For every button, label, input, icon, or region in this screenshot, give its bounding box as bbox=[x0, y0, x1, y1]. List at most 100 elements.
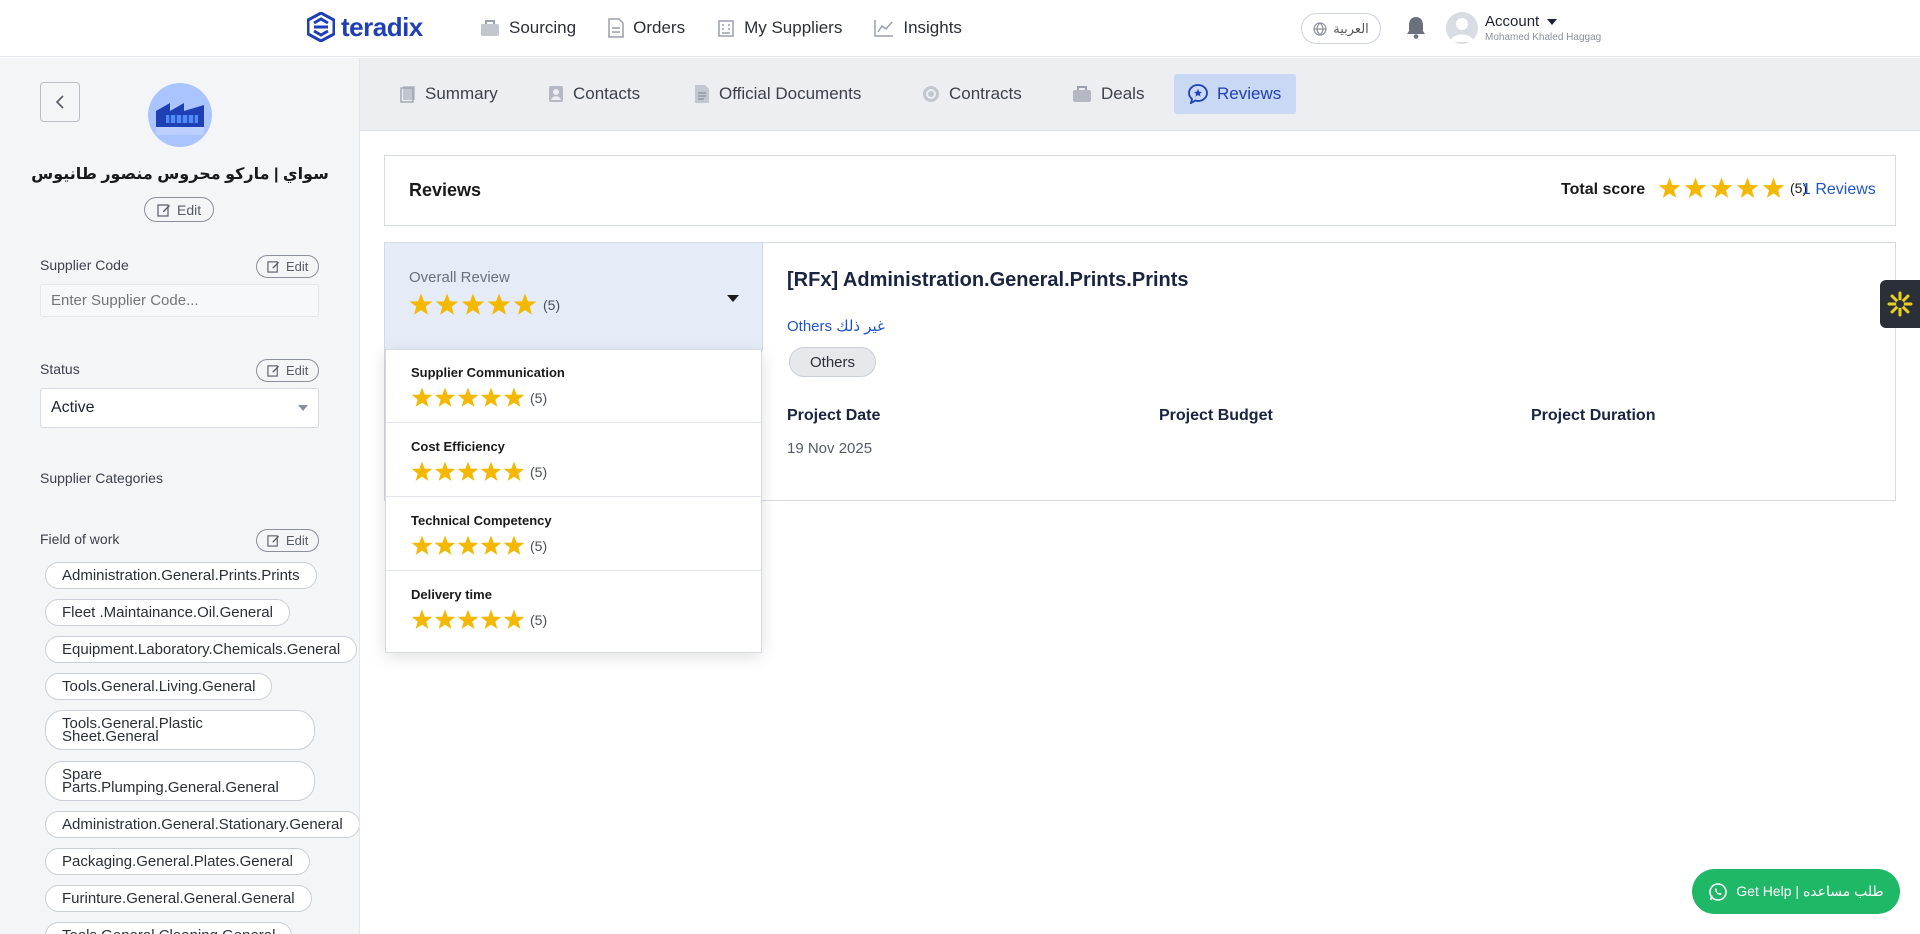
project-date-value: 19 Nov 2025 bbox=[787, 440, 873, 457]
overall-review-label: Overall Review bbox=[409, 269, 510, 286]
suppliers-icon bbox=[718, 20, 734, 37]
star-icon bbox=[503, 387, 525, 407]
whatsapp-icon bbox=[1709, 882, 1728, 901]
nav-insights[interactable]: Insights bbox=[874, 16, 962, 40]
review-rfx-title: [RFx] Administration.General.Prints.Prin… bbox=[787, 269, 1189, 291]
criteria-label: Technical Competency bbox=[411, 513, 552, 528]
tab-reviews[interactable]: Reviews bbox=[1174, 74, 1296, 114]
criteria-label: Supplier Communication bbox=[411, 365, 565, 380]
star-icon bbox=[1762, 177, 1785, 198]
get-help-button[interactable]: Get Help | طلب مساعده bbox=[1692, 869, 1900, 914]
tab-official-documents[interactable]: Official Documents bbox=[680, 74, 875, 114]
criteria-label: Cost Efficiency bbox=[411, 439, 505, 454]
status-label: Status bbox=[40, 361, 80, 377]
tab-label: Summary bbox=[425, 84, 498, 103]
criteria-stars: (5) bbox=[411, 461, 547, 482]
edit-field-of-work-button[interactable]: Edit bbox=[256, 529, 320, 552]
edit-label: Edit bbox=[286, 363, 309, 378]
field-of-work-tag: Packaging.General.Plates.General bbox=[45, 848, 310, 875]
document-icon bbox=[695, 85, 709, 103]
star-icon bbox=[435, 293, 459, 315]
star-icon bbox=[480, 535, 502, 555]
edit-supplier-name-button[interactable]: Edit bbox=[144, 197, 215, 222]
edit-icon bbox=[267, 261, 280, 273]
main-nav: Sourcing Orders My Suppliers Insights bbox=[480, 16, 994, 40]
tab-label: Contacts bbox=[573, 84, 641, 103]
criteria-score: (5) bbox=[530, 389, 548, 406]
edit-label: Edit bbox=[286, 259, 309, 274]
criteria-score: (5) bbox=[530, 611, 548, 628]
overall-review-toggle[interactable]: Overall Review (5) bbox=[385, 243, 763, 351]
star-icon bbox=[411, 387, 433, 407]
field-of-work-label: Field of work bbox=[40, 531, 120, 547]
criteria-item: Delivery time (5) bbox=[386, 572, 761, 645]
contacts-icon bbox=[549, 86, 563, 102]
reviews-icon bbox=[1188, 84, 1208, 104]
brand-name: teradix bbox=[341, 11, 423, 42]
star-icon bbox=[411, 461, 433, 481]
star-icon bbox=[409, 293, 433, 315]
nav-my-suppliers[interactable]: My Suppliers bbox=[717, 16, 842, 40]
account-user-name: Mohamed Khaled Haggag bbox=[1485, 32, 1602, 43]
tab-label: Official Documents bbox=[719, 84, 862, 103]
notifications-bell-icon[interactable] bbox=[1405, 15, 1427, 44]
chevron-left-icon bbox=[55, 95, 64, 109]
teradix-logo-icon bbox=[307, 12, 335, 42]
language-switch-button[interactable]: العربية bbox=[1301, 13, 1381, 44]
star-icon bbox=[487, 293, 511, 315]
reviews-count-link[interactable]: 1 Reviews bbox=[1802, 181, 1876, 199]
criteria-item: Technical Competency (5) bbox=[386, 498, 761, 571]
project-date-label: Project Date bbox=[787, 407, 881, 424]
criteria-stars: (5) bbox=[411, 535, 547, 556]
star-icon bbox=[457, 387, 479, 407]
star-icon bbox=[457, 461, 479, 481]
back-button[interactable] bbox=[40, 82, 80, 122]
star-icon bbox=[503, 535, 525, 555]
insights-icon bbox=[874, 20, 894, 37]
nav-sourcing[interactable]: Sourcing bbox=[480, 16, 576, 40]
supplier-code-input[interactable] bbox=[40, 284, 319, 317]
field-of-work-tag: Tools.General.Plastic Sheet.General bbox=[45, 710, 315, 750]
supplier-tabs: Summary Contacts Official Documents Cont… bbox=[360, 58, 1920, 131]
star-icon bbox=[503, 609, 525, 629]
category-link[interactable]: Others غير ذلك bbox=[787, 317, 885, 335]
orders-icon bbox=[608, 18, 624, 38]
tab-contacts[interactable]: Contacts bbox=[534, 74, 654, 114]
edit-status-button[interactable]: Edit bbox=[256, 359, 320, 382]
supplier-name: سواي | ماركو محروس منصور طانيوس bbox=[31, 166, 329, 183]
get-help-label: Get Help | طلب مساعده bbox=[1736, 883, 1884, 899]
tab-label: Reviews bbox=[1217, 84, 1282, 103]
field-of-work-tag: Administration.General.Stationary.Genera… bbox=[45, 811, 359, 838]
tab-deals[interactable]: Deals bbox=[1058, 74, 1158, 114]
user-avatar[interactable] bbox=[1446, 12, 1478, 44]
nav-orders[interactable]: Orders bbox=[608, 16, 685, 40]
tab-contracts[interactable]: Contracts bbox=[908, 74, 1036, 114]
tab-summary[interactable]: Summary bbox=[386, 74, 512, 114]
field-of-work-tag: Tools.General.Cleaning.General bbox=[45, 922, 293, 934]
star-icon bbox=[503, 461, 525, 481]
field-of-work-tag: Fleet .Maintainance.Oil.General bbox=[45, 599, 290, 626]
edit-supplier-code-button[interactable]: Edit bbox=[256, 255, 320, 278]
star-icon bbox=[461, 293, 485, 315]
criteria-item: Cost Efficiency (5) bbox=[386, 424, 761, 497]
status-select[interactable]: Active bbox=[40, 388, 319, 428]
star-icon bbox=[434, 609, 456, 629]
accessibility-widget-button[interactable] bbox=[1880, 280, 1920, 328]
project-duration-label: Project Duration bbox=[1531, 407, 1656, 424]
field-of-work-tag: Furinture.General.General.General bbox=[45, 885, 312, 912]
contracts-icon bbox=[923, 86, 939, 102]
caret-down-icon bbox=[298, 405, 308, 411]
account-menu[interactable]: Account Mohamed Khaled Haggag bbox=[1485, 13, 1601, 43]
teradix-logo[interactable]: teradix bbox=[307, 10, 423, 44]
reviews-title: Reviews bbox=[409, 180, 482, 200]
supplier-code-label: Supplier Code bbox=[40, 257, 129, 273]
star-icon bbox=[1684, 177, 1707, 198]
star-icon bbox=[411, 609, 433, 629]
nav-label: Orders bbox=[633, 18, 686, 37]
edit-label: Edit bbox=[177, 201, 202, 218]
criteria-label: Delivery time bbox=[411, 587, 492, 602]
star-icon bbox=[457, 609, 479, 629]
language-label: العربية bbox=[1333, 20, 1369, 36]
criteria-item: Supplier Communication (5) bbox=[386, 350, 761, 423]
nav-label: Insights bbox=[903, 18, 962, 37]
